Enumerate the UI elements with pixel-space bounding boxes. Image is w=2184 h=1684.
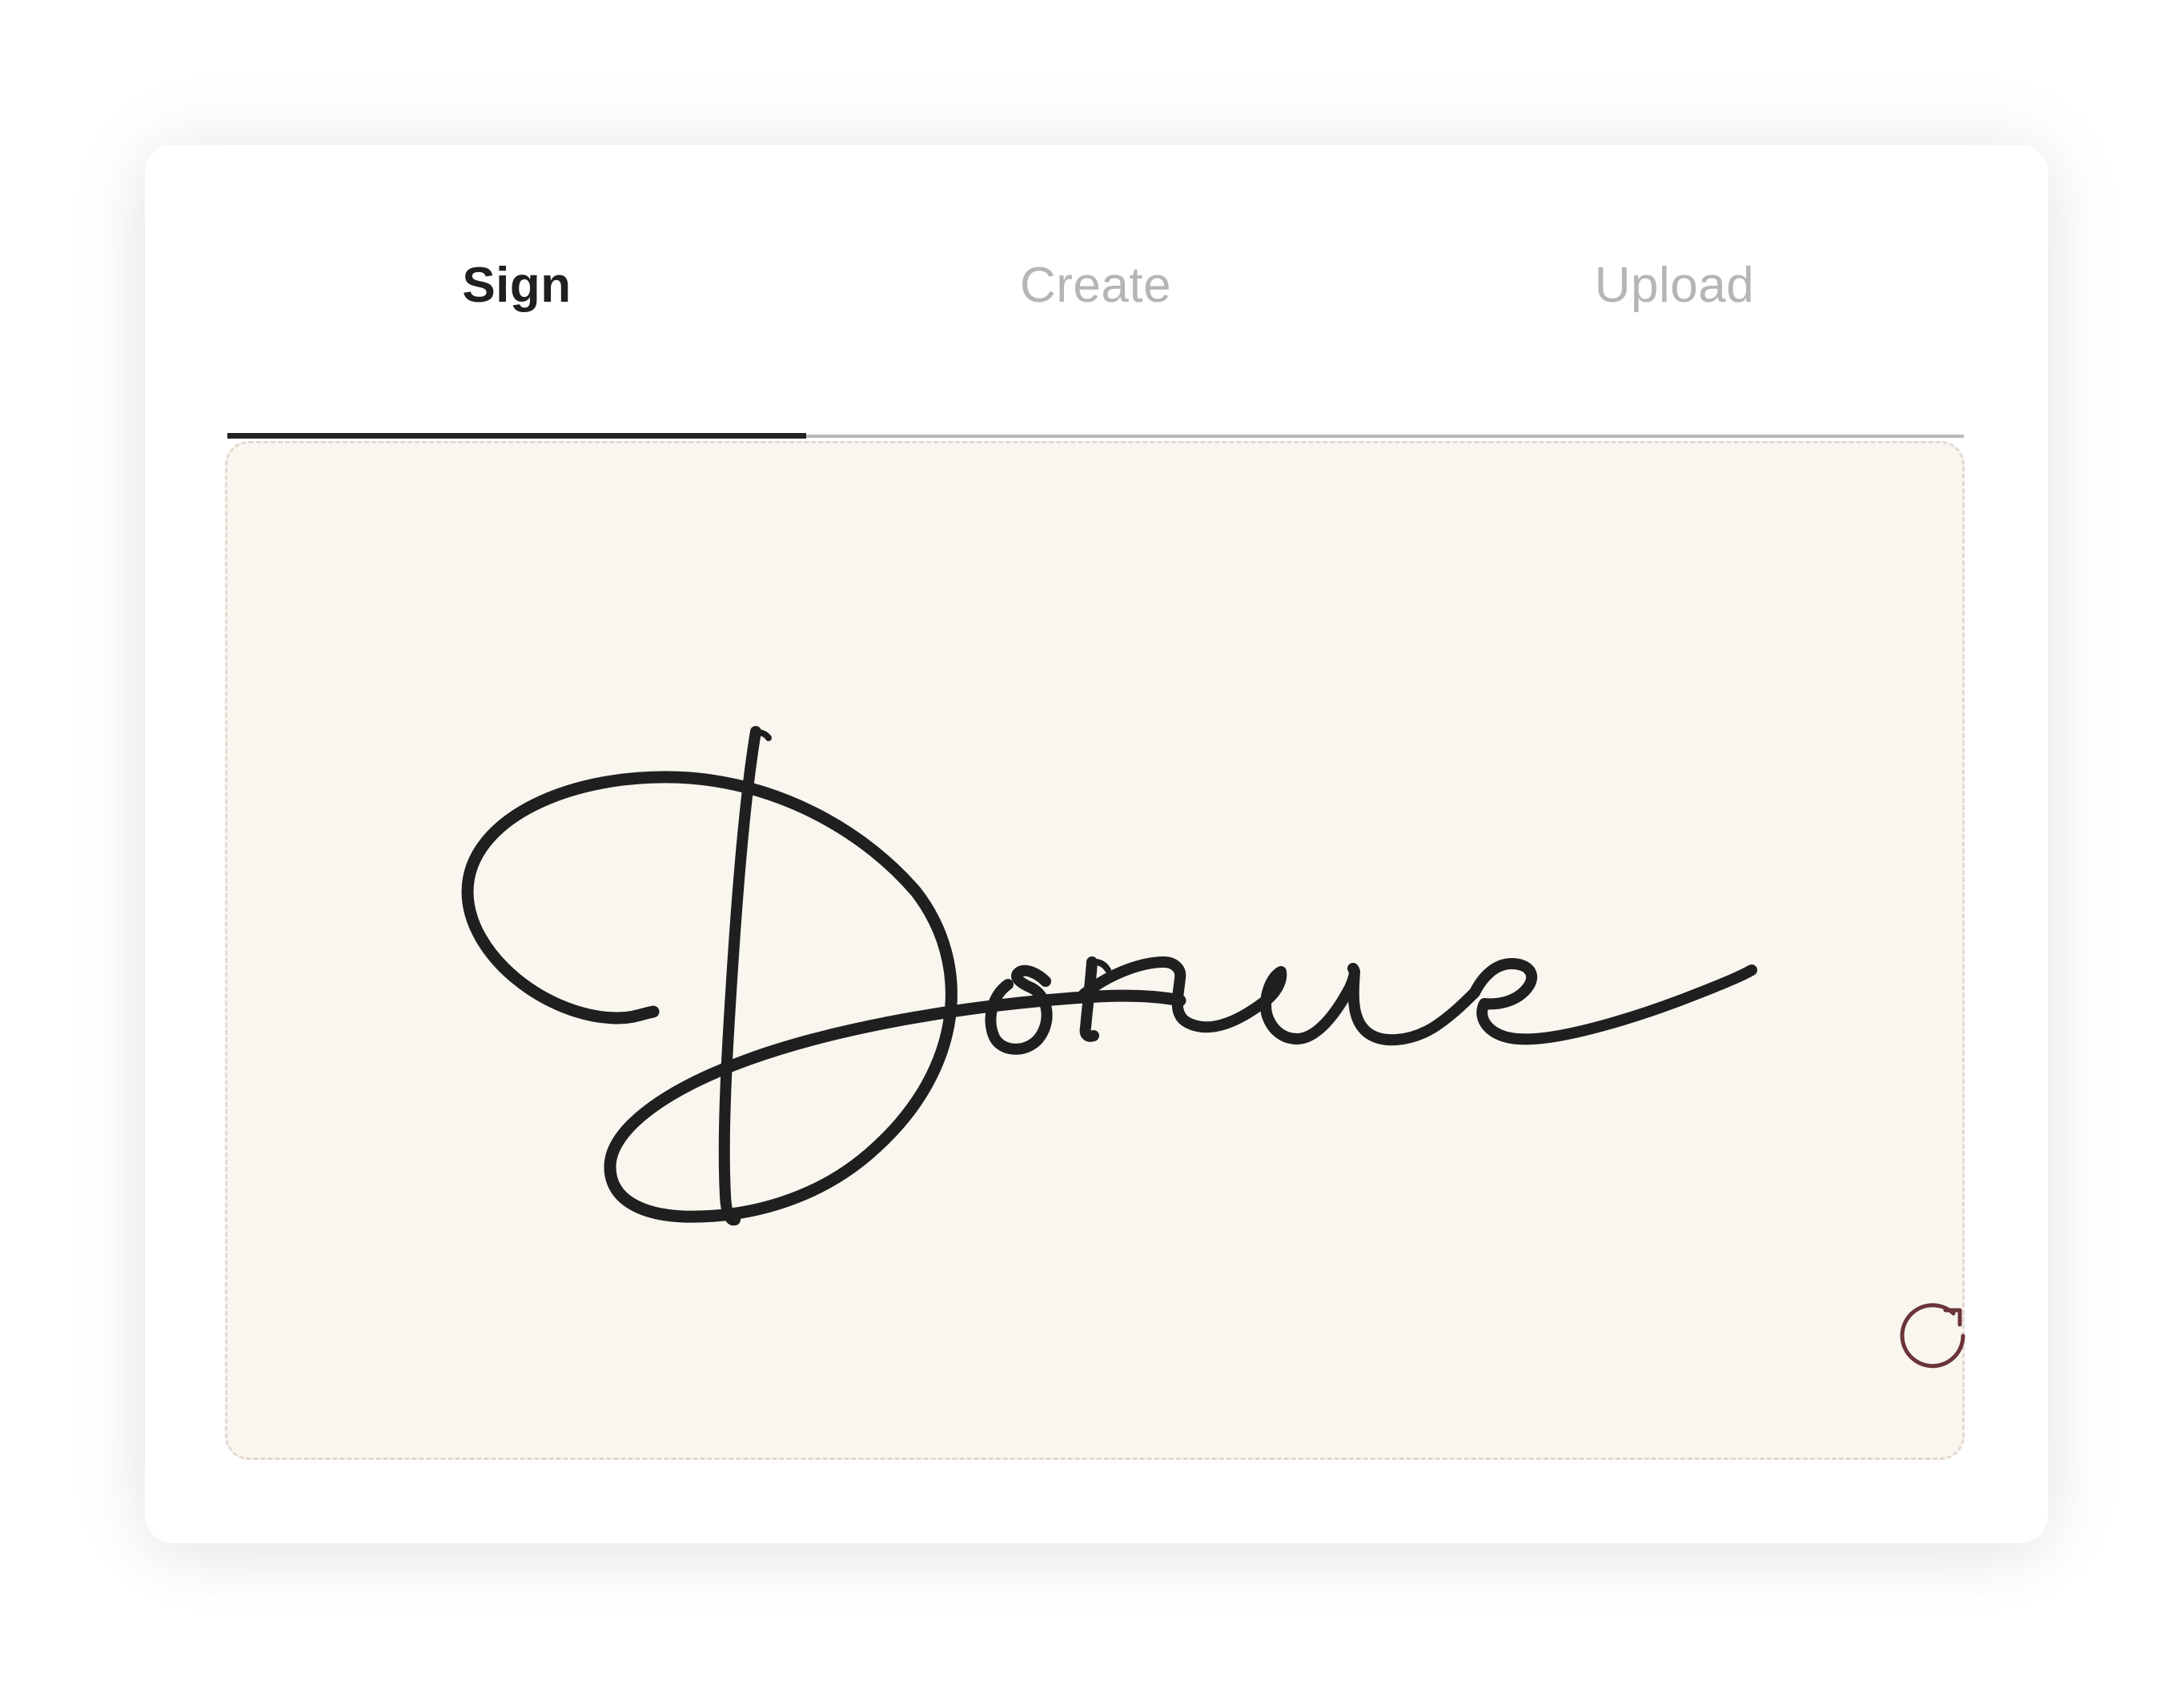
signature-letter-e bbox=[1469, 958, 1757, 1045]
signature-card: Sign Create Upload bbox=[145, 145, 2048, 1543]
signature-pad[interactable] bbox=[225, 441, 1965, 1460]
signature-d-bowl bbox=[461, 771, 1186, 1223]
tab-bar: Sign Create Upload bbox=[227, 225, 1964, 439]
tab-upload-label: Upload bbox=[1594, 257, 1755, 313]
tab-create-label: Create bbox=[1019, 257, 1172, 313]
tab-sign[interactable]: Sign bbox=[227, 225, 806, 345]
signature-letter-u bbox=[1256, 963, 1480, 1046]
tab-upload[interactable]: Upload bbox=[1385, 225, 1964, 345]
reset-signature-button[interactable] bbox=[1893, 1297, 1973, 1377]
signature-drawing bbox=[461, 726, 1757, 1226]
signature-d-stem bbox=[718, 726, 761, 1226]
active-tab-indicator bbox=[227, 433, 806, 439]
rotate-cw-icon bbox=[1900, 1303, 1965, 1369]
tab-sign-label: Sign bbox=[462, 257, 572, 313]
tab-create[interactable]: Create bbox=[806, 225, 1385, 345]
